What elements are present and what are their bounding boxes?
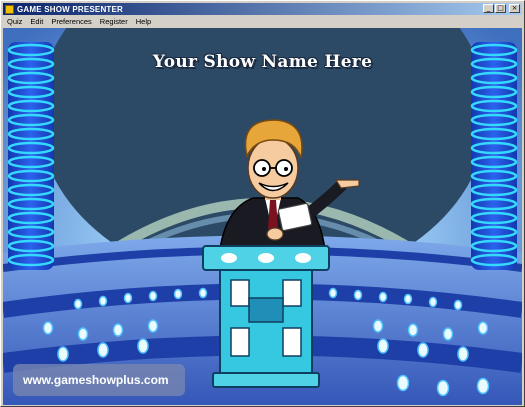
app-window: GAME SHOW PRESENTER _ □ × Quiz Edit Pref… xyxy=(0,0,525,407)
maximize-icon[interactable]: □ xyxy=(495,4,506,13)
menu-edit[interactable]: Edit xyxy=(26,17,47,26)
close-icon[interactable]: × xyxy=(509,4,520,13)
app-icon[interactable] xyxy=(5,4,14,14)
menu-quiz[interactable]: Quiz xyxy=(3,17,26,26)
stage-scene xyxy=(3,28,522,405)
menu-bar: Quiz Edit Preferences Register Help xyxy=(3,16,155,27)
left-pillar xyxy=(7,42,55,270)
right-pillar xyxy=(470,42,518,270)
menu-preferences[interactable]: Preferences xyxy=(47,17,95,26)
website-url[interactable]: www.gameshowplus.com xyxy=(23,373,169,387)
window-title: GAME SHOW PRESENTER xyxy=(17,4,124,14)
minimize-icon[interactable]: _ xyxy=(483,4,494,13)
show-title: Your Show Name Here xyxy=(152,52,373,72)
host-podium xyxy=(202,245,330,388)
window-controls: _ □ × xyxy=(483,4,520,13)
title-bar[interactable]: GAME SHOW PRESENTER _ □ × xyxy=(3,3,522,15)
menu-help[interactable]: Help xyxy=(132,17,155,26)
game-show-stage: Your Show Name Here www.gameshowplus.com xyxy=(3,28,522,405)
menu-register[interactable]: Register xyxy=(96,17,132,26)
